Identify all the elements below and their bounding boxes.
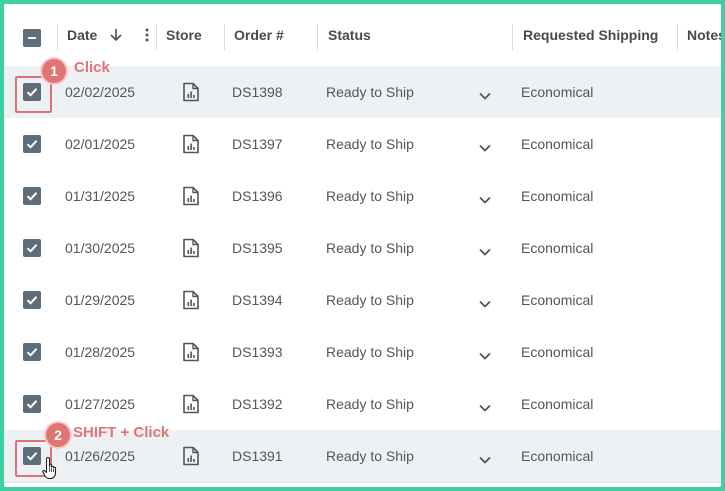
click-highlight-box	[15, 76, 52, 113]
row-checkbox[interactable]	[23, 291, 41, 309]
step-2-badge: 2	[46, 423, 70, 447]
table-row[interactable]: 01/28/2025 DS1393 Ready to Ship Economic…	[4, 326, 721, 379]
row-requested-shipping: Economical	[521, 240, 594, 256]
column-header-shipping[interactable]: Requested Shipping	[523, 4, 658, 66]
row-checkbox[interactable]	[23, 135, 41, 153]
checkmark-icon	[26, 192, 38, 201]
column-header-notes[interactable]: Notes	[687, 4, 721, 66]
column-separator	[156, 24, 157, 50]
minus-checkbox-icon	[28, 37, 36, 39]
document-chart-icon[interactable]	[182, 430, 200, 482]
checkmark-icon	[26, 296, 38, 305]
step-1-number: 1	[50, 63, 58, 79]
document-chart-icon[interactable]	[182, 378, 200, 430]
row-status[interactable]: Ready to Ship	[326, 378, 414, 430]
row-order-number[interactable]: DS1394	[232, 274, 283, 326]
arrow-down-icon[interactable]	[109, 27, 123, 43]
column-header-order[interactable]: Order #	[234, 4, 284, 66]
row-requested-shipping: Economical	[521, 344, 594, 360]
table-row[interactable]: 01/30/2025 DS1395 Ready to Ship Economic…	[4, 222, 721, 275]
orders-table: Date Store Order # Status Requested Ship…	[4, 4, 721, 487]
step-1-label: Click	[74, 59, 110, 76]
step-2-number: 2	[54, 427, 62, 443]
column-header-date[interactable]: Date	[67, 4, 149, 66]
column-separator	[317, 24, 318, 50]
row-requested-shipping: Economical	[521, 448, 594, 464]
store-header-label: Store	[166, 27, 202, 43]
shipping-header-label: Requested Shipping	[523, 27, 659, 43]
row-date: 01/30/2025	[65, 240, 136, 256]
row-order-number[interactable]: DS1395	[232, 222, 283, 274]
row-date: 01/29/2025	[65, 292, 136, 308]
row-status[interactable]: Ready to Ship	[326, 66, 414, 118]
row-status[interactable]: Ready to Ship	[326, 274, 414, 326]
chevron-down-icon[interactable]	[478, 122, 492, 174]
vertical-dots-icon[interactable]	[145, 27, 149, 43]
row-requested-shipping: Economical	[521, 84, 594, 100]
checkmark-icon	[26, 348, 38, 357]
document-chart-icon[interactable]	[182, 222, 200, 274]
step-2-label: SHIFT + Click	[73, 424, 170, 441]
step-1-badge: 1	[42, 59, 66, 83]
row-date: 01/27/2025	[65, 396, 136, 412]
document-chart-icon[interactable]	[182, 274, 200, 326]
table-row[interactable]: 02/02/2025 DS1398 Ready to Ship Economic…	[4, 66, 721, 119]
column-separator	[224, 24, 225, 50]
column-separator	[57, 24, 58, 50]
row-order-number[interactable]: DS1392	[232, 378, 283, 430]
chevron-down-icon[interactable]	[478, 434, 492, 486]
document-chart-icon[interactable]	[182, 326, 200, 378]
column-separator	[677, 24, 678, 50]
row-requested-shipping: Economical	[521, 396, 594, 412]
table-row[interactable]: 01/31/2025 DS1396 Ready to Ship Economic…	[4, 170, 721, 223]
table-row[interactable]: 02/01/2025 DS1397 Ready to Ship Economic…	[4, 118, 721, 171]
notes-header-label: Notes	[687, 27, 721, 43]
table-row[interactable]: 01/29/2025 DS1394 Ready to Ship Economic…	[4, 274, 721, 327]
table-header: Date Store Order # Status Requested Ship…	[4, 4, 721, 67]
hand-pointer-icon	[42, 456, 60, 485]
order-header-label: Order #	[234, 27, 284, 43]
row-order-number[interactable]: DS1398	[232, 66, 283, 118]
chevron-down-icon[interactable]	[478, 226, 492, 278]
column-separator	[512, 24, 513, 50]
document-chart-icon[interactable]	[182, 118, 200, 170]
chevron-down-icon[interactable]	[478, 174, 492, 226]
checkmark-icon	[26, 244, 38, 253]
status-header-label: Status	[328, 27, 371, 43]
row-requested-shipping: Economical	[521, 136, 594, 152]
checkmark-icon	[26, 140, 38, 149]
row-order-number[interactable]: DS1396	[232, 170, 283, 222]
checkmark-icon	[26, 400, 38, 409]
row-date: 01/28/2025	[65, 344, 136, 360]
chevron-down-icon[interactable]	[478, 330, 492, 382]
row-date: 01/31/2025	[65, 188, 136, 204]
column-header-store[interactable]: Store	[166, 4, 202, 66]
row-order-number[interactable]: DS1391	[232, 430, 283, 482]
row-order-number[interactable]: DS1393	[232, 326, 283, 378]
row-checkbox[interactable]	[23, 187, 41, 205]
row-requested-shipping: Economical	[521, 292, 594, 308]
row-status[interactable]: Ready to Ship	[326, 326, 414, 378]
row-requested-shipping: Economical	[521, 188, 594, 204]
row-date: 02/01/2025	[65, 136, 136, 152]
row-status[interactable]: Ready to Ship	[326, 118, 414, 170]
row-order-number[interactable]: DS1397	[232, 118, 283, 170]
row-checkbox[interactable]	[23, 395, 41, 413]
column-header-status[interactable]: Status	[328, 4, 371, 66]
chevron-down-icon[interactable]	[478, 278, 492, 330]
date-header-label: Date	[67, 27, 98, 43]
document-chart-icon[interactable]	[182, 66, 200, 118]
row-status[interactable]: Ready to Ship	[326, 170, 414, 222]
row-status[interactable]: Ready to Ship	[326, 222, 414, 274]
row-checkbox[interactable]	[23, 239, 41, 257]
chevron-down-icon[interactable]	[478, 70, 492, 122]
select-all-checkbox[interactable]	[23, 29, 41, 47]
row-status[interactable]: Ready to Ship	[326, 430, 414, 482]
document-chart-icon[interactable]	[182, 170, 200, 222]
chevron-down-icon[interactable]	[478, 382, 492, 434]
row-checkbox[interactable]	[23, 343, 41, 361]
